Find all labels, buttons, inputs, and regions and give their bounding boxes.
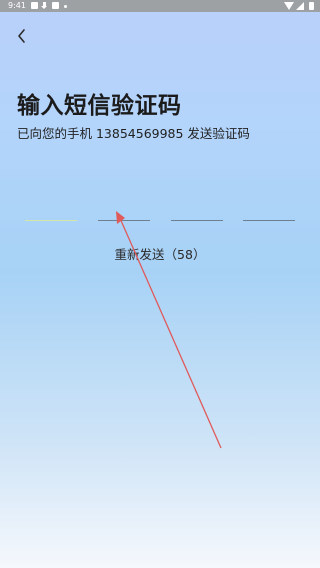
status-time: 9:41 — [8, 1, 26, 10]
wifi-icon — [284, 2, 294, 10]
code-input-slot-2[interactable] — [98, 208, 150, 221]
app-notification-icon — [52, 2, 59, 9]
chevron-left-icon — [18, 29, 25, 43]
status-bar: 9:41 — [0, 0, 320, 12]
signal-icon — [296, 2, 304, 10]
phone-hint-text: 已向您的手机 13854569985 发送验证码 — [17, 126, 250, 141]
resend-countdown: 重新发送（58） — [114, 247, 206, 262]
code-input-slot-3[interactable] — [171, 208, 223, 221]
image-notification-icon — [31, 2, 38, 9]
dot-icon — [64, 5, 67, 8]
back-button[interactable] — [12, 26, 32, 46]
code-input-slot-4[interactable] — [243, 208, 295, 221]
download-icon — [41, 2, 48, 9]
battery-icon — [309, 2, 314, 10]
page-title: 输入短信验证码 — [17, 93, 182, 119]
code-input-slot-1[interactable] — [25, 208, 77, 221]
